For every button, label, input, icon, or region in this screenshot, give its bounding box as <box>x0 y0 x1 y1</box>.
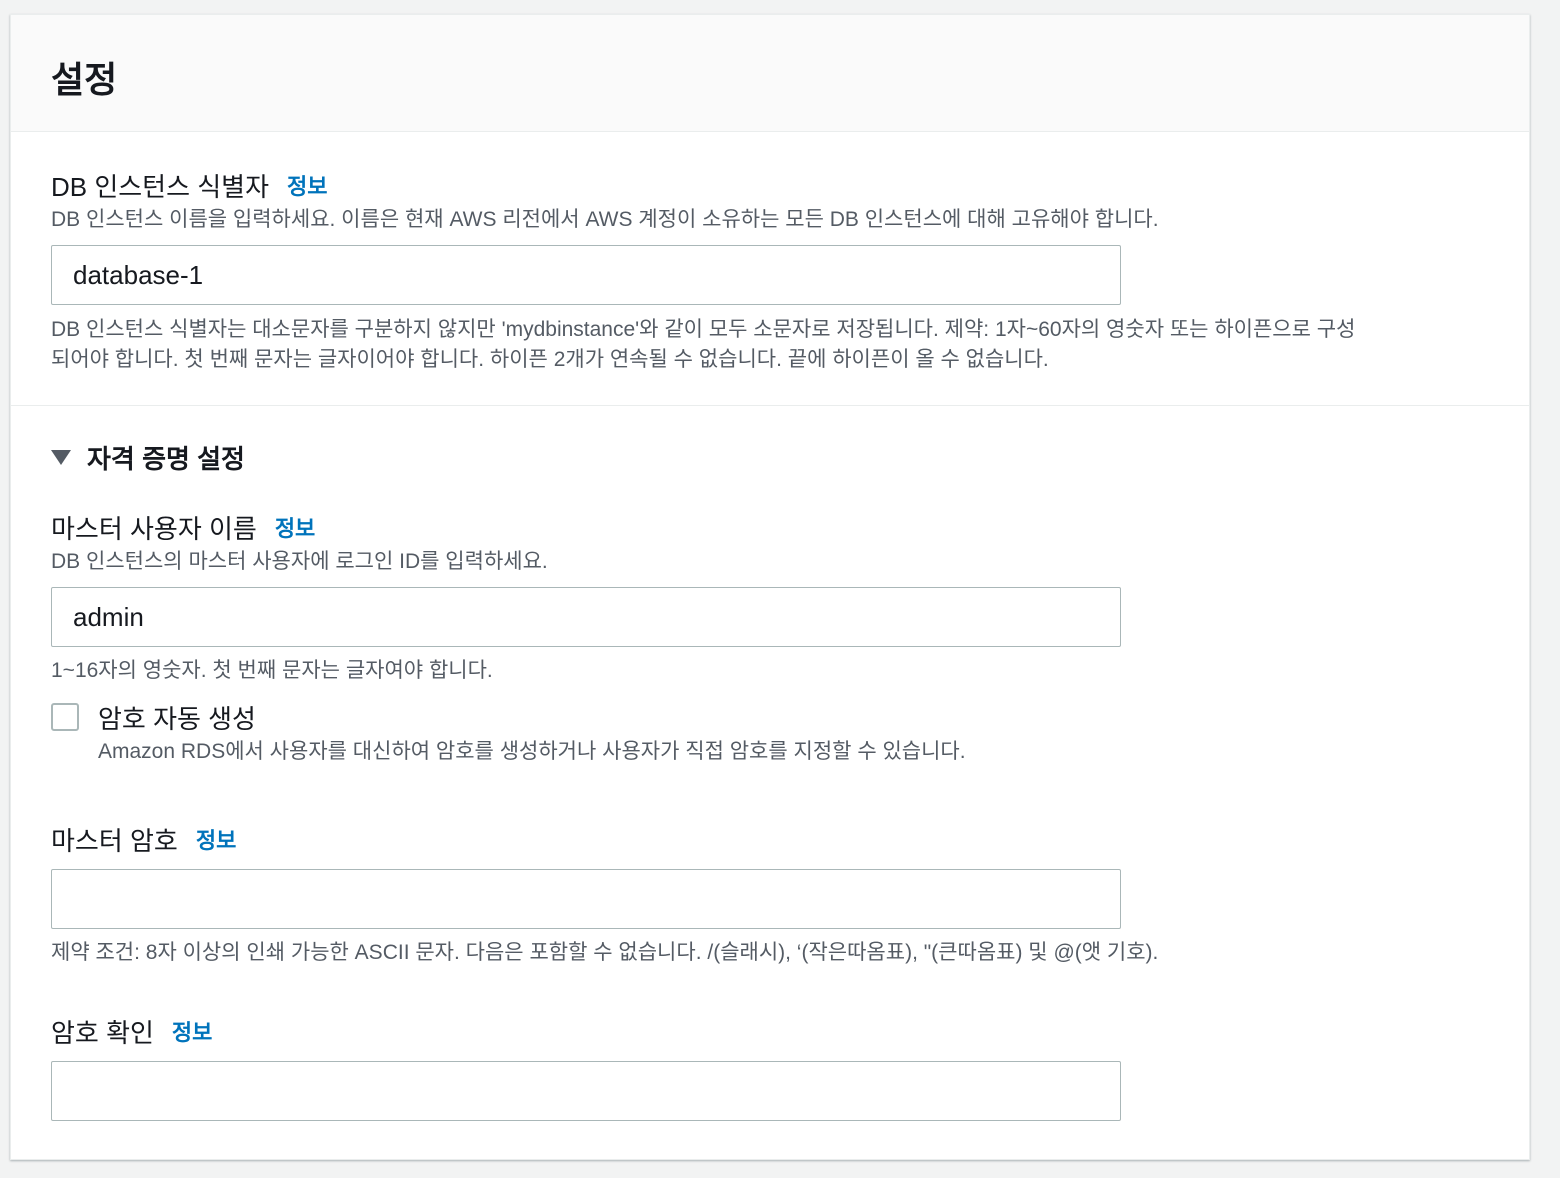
confirm-password-label: 암호 확인 <box>51 1018 154 1048</box>
master-username-label-row: 마스터 사용자 이름 정보 <box>51 509 315 546</box>
master-password-constraint: 제약 조건: 8자 이상의 인쇄 가능한 ASCII 문자. 다음은 포함할 수… <box>51 941 1159 964</box>
master-username-info-link[interactable]: 정보 <box>275 516 315 541</box>
identifier-label: DB 인스턴스 식별자 <box>51 172 270 202</box>
caret-down-icon <box>51 450 71 465</box>
master-password-label-row: 마스터 암호 정보 <box>51 821 236 858</box>
section-divider <box>11 405 1529 406</box>
panel-title: 설정 <box>51 59 118 100</box>
confirm-password-input[interactable] <box>51 1061 1121 1121</box>
identifier-constraint-line1: DB 인스턴스 식별자는 대소문자를 구분하지 않지만 'mydbinstanc… <box>51 318 1356 341</box>
master-username-description: DB 인스턴스의 마스터 사용자에 로그인 ID를 입력하세요. <box>51 550 548 573</box>
auto-password-checkbox[interactable] <box>51 703 79 731</box>
identifier-info-link[interactable]: 정보 <box>287 174 327 199</box>
confirm-password-label-row: 암호 확인 정보 <box>51 1013 212 1050</box>
master-username-input[interactable] <box>51 587 1121 647</box>
auto-password-label[interactable]: 암호 자동 생성 <box>98 699 256 736</box>
master-username-constraint: 1~16자의 영숫자. 첫 번째 문자는 글자여야 합니다. <box>51 659 493 682</box>
credentials-section-label: 자격 증명 설정 <box>87 444 245 474</box>
auto-password-description: Amazon RDS에서 사용자를 대신하여 암호를 생성하거나 사용자가 직접… <box>98 740 966 763</box>
master-password-info-link[interactable]: 정보 <box>196 828 236 853</box>
master-password-label: 마스터 암호 <box>51 826 178 856</box>
panel-header: 설정 <box>11 15 1529 132</box>
identifier-input[interactable] <box>51 245 1121 305</box>
identifier-label-row: DB 인스턴스 식별자 정보 <box>51 167 328 204</box>
confirm-password-info-link[interactable]: 정보 <box>172 1020 212 1045</box>
master-password-input[interactable] <box>51 869 1121 929</box>
identifier-description: DB 인스턴스 이름을 입력하세요. 이름은 현재 AWS 리전에서 AWS 계… <box>51 208 1159 231</box>
credentials-expander[interactable]: 자격 증명 설정 <box>51 439 245 476</box>
settings-panel: 설정 DB 인스턴스 식별자 정보 DB 인스턴스 이름을 입력하세요. 이름은 … <box>10 14 1530 1160</box>
identifier-constraint-line2: 되어야 합니다. 첫 번째 문자는 글자이어야 합니다. 하이픈 2개가 연속될… <box>51 348 1049 371</box>
master-username-label: 마스터 사용자 이름 <box>51 514 257 544</box>
